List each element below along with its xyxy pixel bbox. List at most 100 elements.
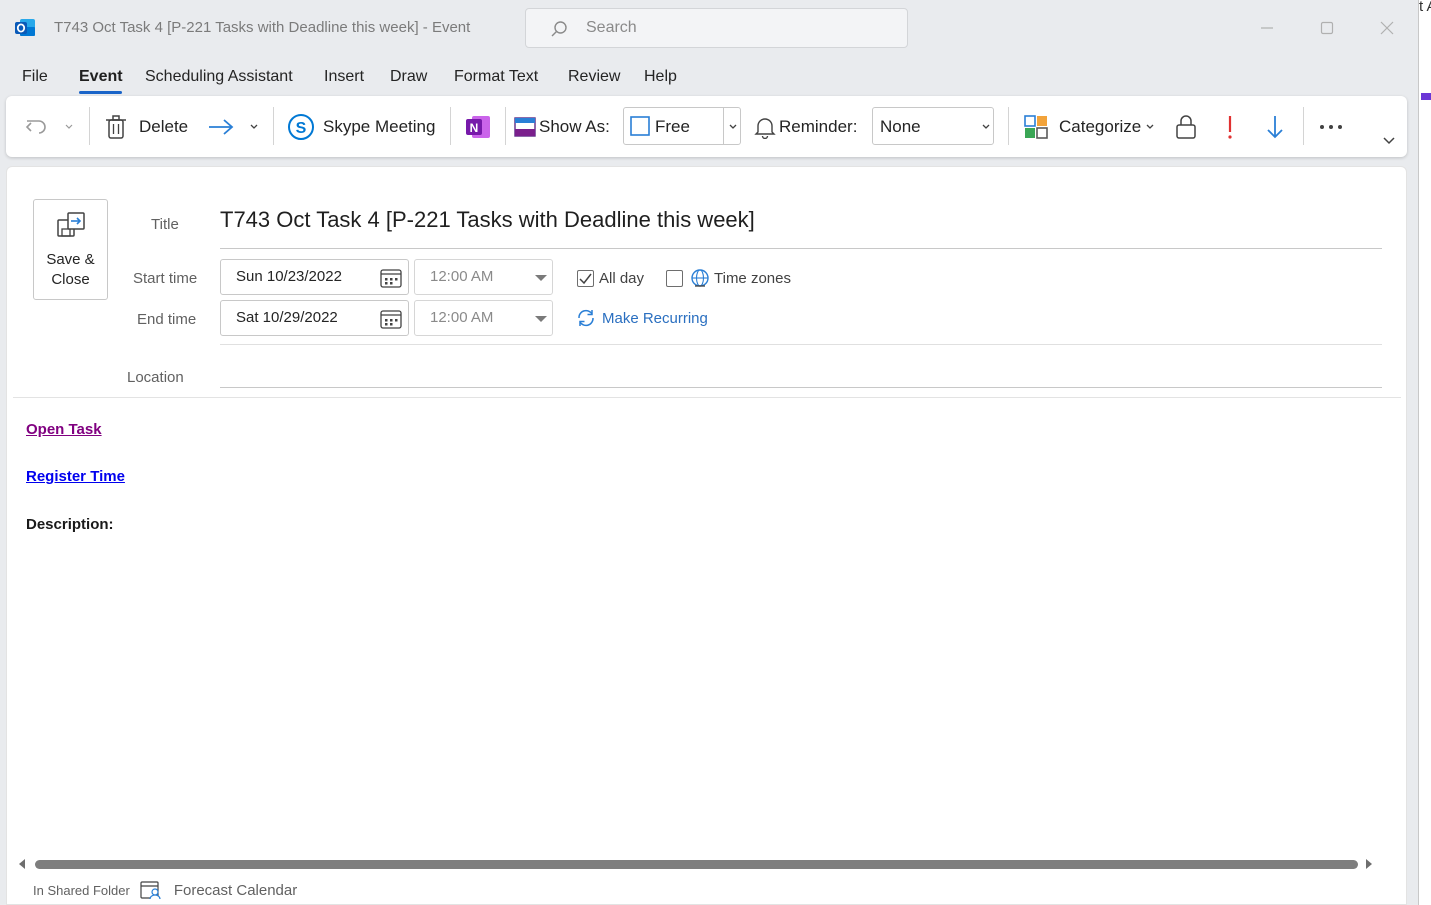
- open-task-link[interactable]: Open Task: [26, 421, 102, 438]
- calendar-icon[interactable]: [380, 309, 402, 329]
- svg-text:N: N: [470, 121, 479, 135]
- low-importance-button[interactable]: [1265, 96, 1285, 157]
- checkmark-icon: [579, 273, 592, 285]
- menu-event[interactable]: Event: [79, 68, 123, 86]
- svg-text:S: S: [296, 120, 307, 137]
- delete-button[interactable]: Delete: [104, 96, 188, 157]
- end-time-select[interactable]: 12:00 AM: [414, 300, 553, 336]
- start-date-input[interactable]: Sun 10/23/2022: [220, 259, 409, 295]
- arrow-right-icon: [209, 118, 234, 135]
- expand-ribbon-button[interactable]: [1382, 110, 1396, 171]
- ribbon-toolbar: Delete S Skype Meeting N Show As: Free R…: [6, 96, 1407, 157]
- save-close-label: Save & Close: [46, 251, 95, 288]
- scroll-left-icon[interactable]: [17, 858, 27, 870]
- menu-insert[interactable]: Insert: [324, 68, 364, 86]
- calendar-icon[interactable]: [380, 268, 402, 288]
- save-close-icon: [57, 212, 85, 237]
- forward-dropdown[interactable]: [249, 96, 259, 157]
- globe-icon: [691, 269, 709, 287]
- time-zones-checkbox[interactable]: [666, 270, 683, 287]
- show-as-select[interactable]: Free: [623, 107, 741, 145]
- show-as-label: Show As:: [539, 116, 610, 136]
- arrow-down-icon: [1267, 115, 1283, 138]
- background-window-edge: t A: [1418, 0, 1431, 905]
- end-date-value: Sat 10/29/2022: [236, 309, 338, 326]
- start-time-value: 12:00 AM: [430, 268, 494, 285]
- location-underline: [220, 387, 1382, 388]
- onenote-icon: N: [466, 115, 490, 138]
- search-placeholder: Search: [586, 19, 637, 36]
- high-importance-button[interactable]: [1225, 96, 1235, 157]
- skype-meeting-label: Skype Meeting: [323, 116, 436, 136]
- event-form: Save & Close Title T743 Oct Task 4 [P-22…: [6, 166, 1407, 905]
- maximize-icon[interactable]: [1313, 14, 1341, 42]
- end-time-label: End time: [137, 311, 197, 328]
- start-date-value: Sun 10/23/2022: [236, 268, 342, 285]
- recurring-icon: [578, 309, 594, 327]
- start-time-select[interactable]: 12:00 AM: [414, 259, 553, 295]
- skype-meeting-button[interactable]: S Skype Meeting: [287, 96, 435, 157]
- minimize-icon[interactable]: [1253, 14, 1281, 42]
- delete-label: Delete: [139, 116, 189, 136]
- menu-review[interactable]: Review: [568, 68, 620, 86]
- search-box[interactable]: Search: [525, 8, 908, 48]
- location-label: Location: [127, 369, 184, 386]
- chevron-down-icon: [982, 124, 990, 129]
- search-icon: [551, 21, 567, 37]
- more-icon: [1320, 124, 1342, 129]
- caret-down-icon: [535, 316, 547, 322]
- onenote-button[interactable]: N: [464, 96, 492, 157]
- menu-format-text[interactable]: Format Text: [454, 68, 538, 86]
- shared-calendar-icon: [140, 881, 161, 900]
- title-underline: [220, 248, 1382, 249]
- end-date-input[interactable]: Sat 10/29/2022: [220, 300, 409, 336]
- make-recurring-button[interactable]: Make Recurring: [576, 309, 708, 327]
- all-day-label: All day: [599, 270, 645, 287]
- description-label: Description:: [26, 516, 114, 533]
- free-status-icon: [630, 116, 650, 136]
- status-bar: In Shared Folder Forecast Calendar: [33, 879, 297, 901]
- chevron-down-icon: [729, 124, 737, 129]
- scroll-right-icon[interactable]: [1364, 858, 1374, 870]
- time-section-divider: [220, 344, 1382, 345]
- scrollbar-thumb[interactable]: [35, 860, 1358, 869]
- close-icon[interactable]: [1373, 14, 1401, 42]
- exclamation-icon: [1228, 115, 1232, 139]
- register-time-link[interactable]: Register Time: [26, 468, 125, 485]
- all-day-checkbox[interactable]: [577, 270, 594, 287]
- categorize-button[interactable]: Categorize: [1023, 96, 1155, 157]
- more-options-button[interactable]: [1319, 96, 1343, 157]
- in-shared-folder-label: In Shared Folder: [33, 882, 130, 898]
- categorize-label: Categorize: [1059, 116, 1142, 136]
- horizontal-scrollbar[interactable]: [17, 857, 1379, 871]
- chevron-down-icon: [65, 124, 73, 129]
- undo-icon: [25, 119, 46, 134]
- time-zones-label: Time zones: [714, 270, 791, 287]
- background-accent-bar: [1421, 93, 1431, 100]
- menu-help[interactable]: Help: [644, 68, 677, 86]
- show-as-value: Free: [655, 117, 690, 136]
- title-input[interactable]: T743 Oct Task 4 [P-221 Tasks with Deadli…: [220, 207, 755, 233]
- menu-draw[interactable]: Draw: [390, 68, 427, 86]
- folder-name: Forecast Calendar: [173, 881, 298, 899]
- chevron-down-icon: [1383, 136, 1395, 144]
- reminder-label-group: Reminder:: [754, 96, 857, 157]
- outlook-logo-icon: [15, 19, 35, 36]
- start-time-label: Start time: [133, 270, 198, 287]
- make-recurring-label: Make Recurring: [602, 309, 708, 327]
- save-close-button[interactable]: Save & Close: [33, 199, 108, 300]
- menu-scheduling-assistant[interactable]: Scheduling Assistant: [145, 68, 293, 86]
- menu-file[interactable]: File: [22, 68, 48, 86]
- categorize-icon: [1024, 114, 1048, 139]
- reminder-select[interactable]: None: [872, 107, 994, 145]
- lock-icon: [1176, 114, 1196, 139]
- window-title: T743 Oct Task 4 [P-221 Tasks with Deadli…: [54, 19, 471, 36]
- private-button[interactable]: [1175, 96, 1197, 157]
- show-as-label-group: Show As:: [514, 96, 610, 157]
- location-input[interactable]: [220, 361, 1382, 387]
- undo-button[interactable]: [24, 96, 50, 157]
- trash-icon: [106, 114, 126, 139]
- undo-dropdown[interactable]: [64, 96, 74, 157]
- forward-button[interactable]: [208, 96, 234, 157]
- reminder-label: Reminder:: [779, 116, 858, 136]
